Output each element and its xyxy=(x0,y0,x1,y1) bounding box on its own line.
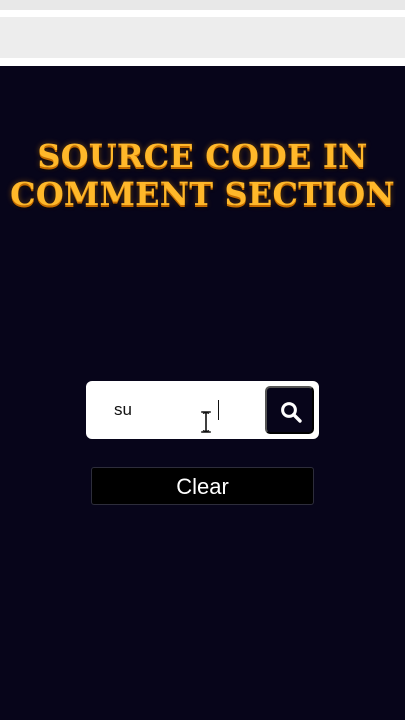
search-input[interactable] xyxy=(104,392,264,428)
title-line-2: COMMENT SECTION xyxy=(10,175,395,214)
search-icon xyxy=(281,402,302,423)
clear-button[interactable]: Clear xyxy=(91,467,314,505)
title-line-1: SOURCE CODE IN xyxy=(37,137,368,176)
browser-address-area xyxy=(0,17,405,58)
browser-top-strip xyxy=(0,0,405,10)
i-beam-cursor-icon xyxy=(201,411,211,433)
page-title: SOURCE CODE IN COMMENT SECTION xyxy=(0,137,405,213)
text-cursor xyxy=(218,400,219,420)
search-bar xyxy=(86,381,319,439)
page-content: SOURCE CODE IN COMMENT SECTION Clear xyxy=(0,66,405,720)
search-button[interactable] xyxy=(265,386,314,434)
browser-top-bar xyxy=(0,0,405,66)
